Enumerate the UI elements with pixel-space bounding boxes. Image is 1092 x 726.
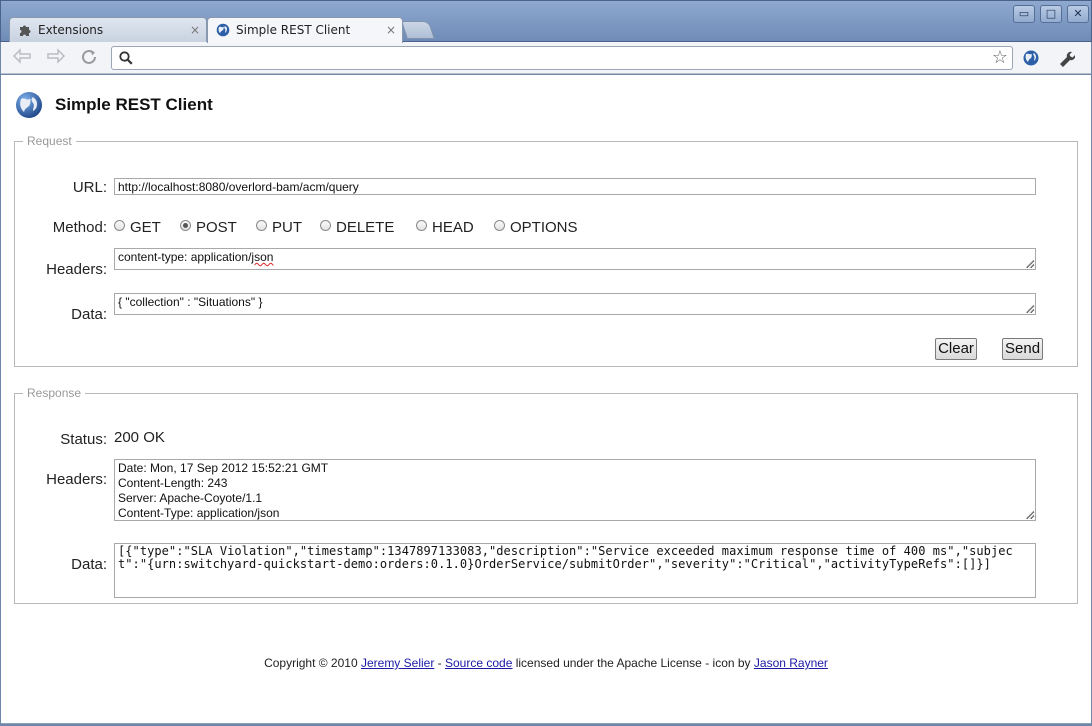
response-header-line: Server: Apache-Coyote/1.1 bbox=[118, 491, 263, 505]
radio-checked-icon bbox=[180, 220, 191, 231]
close-window-button[interactable]: ✕ bbox=[1067, 5, 1089, 23]
resize-grip-icon[interactable] bbox=[1026, 305, 1034, 313]
footer: Copyright © 2010 Jeremy Selier - Source … bbox=[1, 656, 1091, 670]
url-input[interactable]: http://localhost:8080/overlord-bam/acm/q… bbox=[114, 178, 1036, 195]
reload-button[interactable] bbox=[79, 48, 101, 68]
new-tab-button[interactable] bbox=[401, 21, 435, 39]
response-header-line: Content-Length: 243 bbox=[118, 476, 228, 490]
status-value: 200 OK bbox=[114, 429, 165, 446]
copyright-text: Copyright © 2010 bbox=[264, 656, 361, 670]
tab-label: Simple REST Client bbox=[236, 23, 351, 37]
resize-grip-icon[interactable] bbox=[1026, 511, 1034, 519]
radio-icon bbox=[320, 220, 331, 231]
globe-logo-icon bbox=[16, 92, 42, 118]
forward-button[interactable] bbox=[45, 48, 67, 68]
status-label: Status: bbox=[60, 431, 107, 448]
close-tab-icon[interactable]: × bbox=[386, 18, 396, 42]
author-link[interactable]: Jeremy Selier bbox=[361, 656, 434, 670]
url-label: URL: bbox=[72, 179, 107, 196]
browser-title-bar: Extensions × Simple REST Client × ▭ □ ✕ bbox=[0, 0, 1092, 43]
source-code-link[interactable]: Source code bbox=[445, 656, 512, 670]
request-legend: Request bbox=[27, 134, 72, 148]
method-post-radio[interactable]: POST bbox=[180, 219, 237, 236]
method-label: Method: bbox=[52, 219, 107, 236]
send-button[interactable]: Send bbox=[1002, 338, 1043, 360]
radio-icon bbox=[494, 220, 505, 231]
method-delete-radio[interactable]: DELETE bbox=[320, 219, 394, 236]
close-icon: ✕ bbox=[1073, 7, 1083, 20]
page-title: Simple REST Client bbox=[55, 95, 213, 114]
minimize-icon: ▭ bbox=[1018, 7, 1030, 20]
tab-simple-rest-client[interactable]: Simple REST Client × bbox=[207, 17, 403, 43]
response-headers-label: Headers: bbox=[46, 471, 107, 488]
method-put-label: PUT bbox=[272, 219, 302, 236]
request-data-textarea[interactable]: { "collection" : "Situations" } bbox=[114, 293, 1036, 315]
method-head-label: HEAD bbox=[432, 219, 474, 236]
response-headers-textarea[interactable]: Date: Mon, 17 Sep 2012 15:52:21 GMT Cont… bbox=[114, 459, 1036, 521]
method-head-radio[interactable]: HEAD bbox=[416, 219, 474, 236]
puzzle-icon bbox=[20, 25, 31, 36]
back-button[interactable] bbox=[11, 48, 33, 68]
resize-grip-icon[interactable] bbox=[1026, 260, 1034, 268]
minimize-button[interactable]: ▭ bbox=[1013, 5, 1035, 23]
address-bar[interactable]: ☆ bbox=[111, 46, 1013, 70]
request-data-label: Data: bbox=[71, 306, 107, 323]
globe-icon[interactable] bbox=[1022, 49, 1040, 67]
headers-text: content-type: application/ bbox=[118, 250, 252, 264]
request-section: Request URL: http://localhost:8080/overl… bbox=[14, 134, 1078, 367]
request-headers-label: Headers: bbox=[46, 261, 107, 278]
tab-extensions[interactable]: Extensions × bbox=[9, 17, 207, 43]
radio-icon bbox=[256, 220, 267, 231]
tab-label: Extensions bbox=[38, 23, 104, 37]
request-data-text: { "collection" : "Situations" } bbox=[118, 295, 263, 309]
maximize-button[interactable]: □ bbox=[1040, 5, 1062, 23]
back-arrow-icon bbox=[12, 48, 31, 64]
headers-text-misspelled: json bbox=[251, 250, 274, 264]
method-options-label: OPTIONS bbox=[510, 219, 578, 236]
icon-author-link[interactable]: Jason Rayner bbox=[754, 656, 828, 670]
request-headers-textarea[interactable]: content-type: application/json bbox=[114, 248, 1036, 270]
clear-button[interactable]: Clear bbox=[935, 338, 977, 360]
maximize-icon: □ bbox=[1045, 7, 1057, 20]
method-delete-label: DELETE bbox=[336, 219, 395, 236]
response-header-line: Date: Mon, 17 Sep 2012 15:52:21 GMT bbox=[118, 461, 329, 475]
response-data-textarea[interactable]: [{"type":"SLA Violation","timestamp":134… bbox=[114, 543, 1036, 598]
method-options-radio[interactable]: OPTIONS bbox=[494, 219, 578, 236]
radio-icon bbox=[416, 220, 427, 231]
reload-icon bbox=[82, 49, 96, 64]
response-section: Response Status: 200 OK Headers: Date: M… bbox=[14, 386, 1078, 604]
response-header-line: Content-Type: application/json bbox=[118, 506, 280, 520]
method-get-label: GET bbox=[130, 219, 161, 236]
browser-toolbar: ☆ bbox=[1, 42, 1091, 74]
forward-arrow-icon bbox=[47, 48, 66, 64]
close-tab-icon[interactable]: × bbox=[190, 18, 200, 42]
bookmark-star-icon[interactable]: ☆ bbox=[992, 47, 1008, 69]
wrench-icon[interactable] bbox=[1057, 49, 1075, 67]
license-text: licensed under the Apache License - icon… bbox=[512, 656, 754, 670]
response-data-label: Data: bbox=[71, 556, 107, 573]
page-content: Simple REST Client Request URL: http://l… bbox=[1, 75, 1091, 724]
method-get-radio[interactable]: GET bbox=[114, 219, 161, 236]
footer-separator: - bbox=[434, 656, 445, 670]
radio-icon bbox=[114, 220, 125, 231]
search-icon bbox=[119, 51, 133, 65]
response-legend: Response bbox=[27, 386, 82, 400]
method-put-radio[interactable]: PUT bbox=[256, 219, 302, 236]
globe-icon bbox=[216, 23, 230, 37]
method-post-label: POST bbox=[196, 219, 237, 236]
